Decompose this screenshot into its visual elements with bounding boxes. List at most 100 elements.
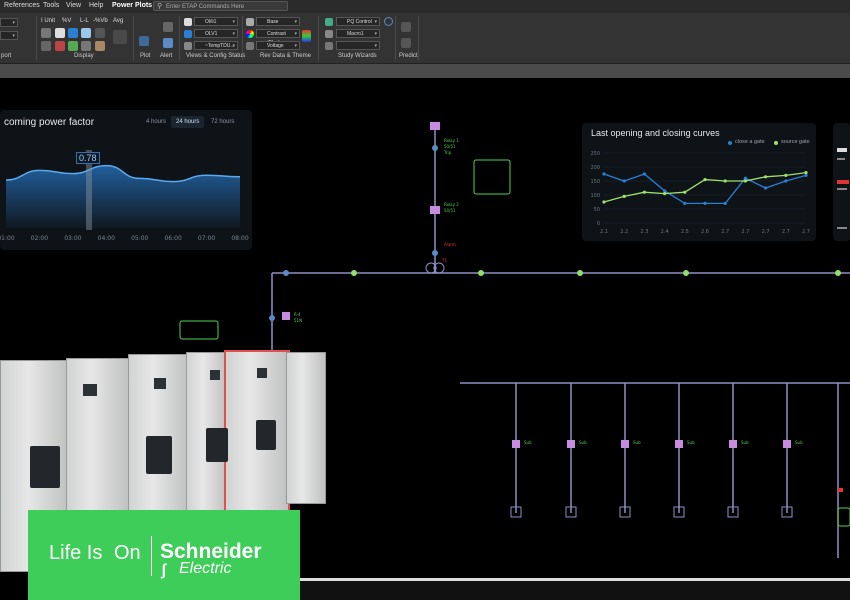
group-label-display: Display	[74, 53, 94, 59]
svg-text:Relay 1: Relay 1	[444, 138, 459, 143]
oc-point-0	[723, 201, 727, 205]
command-search-input[interactable]: ⚲ Enter ETAP Commands Here	[153, 1, 288, 11]
pq-control-combo[interactable]: PQ Control	[336, 17, 380, 27]
oc-y-tick: 0	[597, 221, 600, 227]
oc-y-tick: 150	[590, 179, 600, 185]
svg-text:Sub: Sub	[741, 440, 749, 445]
voltage-icon	[246, 42, 254, 50]
alert-flag-icon[interactable]	[163, 38, 173, 48]
right-partial-panel	[833, 123, 850, 241]
predict-icon-1[interactable]	[401, 22, 411, 32]
pf-x-tick: 05:00	[131, 235, 148, 242]
menu-view[interactable]: View	[66, 2, 81, 9]
search-icon: ⚲	[157, 3, 163, 10]
right-panel-alert	[837, 180, 849, 184]
menu-help[interactable]: Help	[89, 2, 103, 9]
menu-references[interactable]: References	[4, 2, 40, 9]
port-combo-1[interactable]	[0, 18, 18, 28]
legend-close-label: close a gate	[735, 139, 765, 145]
svg-text:T1: T1	[441, 258, 447, 263]
base-combo[interactable]: Base	[256, 17, 300, 27]
display-gear-icon[interactable]	[95, 28, 105, 38]
svg-text:Sub: Sub	[579, 440, 587, 445]
cabinet-4-display	[210, 370, 220, 380]
oc-point-1	[784, 173, 788, 177]
tab-24-hours[interactable]: 24 hours	[171, 116, 205, 128]
oc-x-tick: 2.7	[762, 229, 770, 235]
power-factor-chart: 01:00 02:00 03:00 04:00 05:00 06:00 07:00 08:00	[0, 150, 249, 242]
oc-point-0	[602, 172, 606, 176]
pf-x-tick: 02:00	[31, 235, 48, 242]
view-combo-1[interactable]: Ol/ii1	[194, 17, 238, 27]
oc-point-1	[723, 179, 727, 183]
right-panel-text-1	[837, 148, 847, 152]
oc-x-tick: 2.5	[681, 229, 689, 235]
power-factor-panel: coming power factor 4 hours 24 hours 72 …	[0, 110, 252, 250]
oc-y-tick: 250	[590, 151, 600, 157]
cabinet-6	[286, 352, 326, 504]
group-label-alert: Alert	[160, 53, 173, 59]
menu-power-plots[interactable]: Power Plots	[112, 2, 152, 9]
svg-text:R-4: R-4	[294, 312, 301, 317]
oc-point-1	[703, 178, 707, 182]
port-combo-2[interactable]	[0, 31, 18, 41]
schneider-logo-icon: ʃ	[161, 562, 167, 579]
oc-point-0	[642, 172, 646, 176]
tab-72-hours[interactable]: 72 hours	[211, 119, 234, 125]
oc-point-0	[622, 179, 626, 183]
toggle-l-l[interactable]: L-L	[80, 18, 89, 24]
toggle-avg[interactable]: Avg	[113, 18, 123, 24]
display-grid-icon[interactable]	[41, 28, 51, 38]
oc-x-tick: 2.6	[701, 229, 709, 235]
oc-point-1	[622, 194, 626, 198]
legend-dot-close	[728, 141, 732, 145]
run-study-icon[interactable]	[384, 17, 393, 26]
svg-text:51N: 51N	[294, 318, 302, 323]
plot-search-icon[interactable]	[139, 36, 149, 46]
base-icon	[246, 18, 254, 26]
display-options-icon[interactable]	[113, 30, 127, 44]
pf-x-tick: 06:00	[164, 235, 181, 242]
toggle-i-unit[interactable]: I Unit	[41, 18, 55, 24]
color-theme-icon[interactable]	[302, 30, 311, 42]
group-label-study: Study Wizards	[338, 53, 377, 59]
macro-combo[interactable]: Macro1	[336, 29, 380, 39]
toggle-pct-v[interactable]: %V	[62, 18, 71, 24]
display-meter-icon[interactable]	[81, 28, 91, 38]
voltage-combo[interactable]: Voltage	[256, 41, 300, 51]
oc-point-1	[642, 190, 646, 194]
opening-closing-chart: 0 50 100 150 200 250 2.1 2.2 2.3 2.4 2.5 2.6 2.7 2.7 2…	[590, 151, 810, 235]
oc-point-1	[743, 179, 747, 183]
bottom-bar	[300, 578, 850, 600]
oc-point-0	[764, 186, 768, 190]
predict-icon-2[interactable]	[401, 38, 411, 48]
view-combo-3[interactable]: ~TempTDU...	[194, 41, 238, 51]
display-flag-icon[interactable]	[95, 41, 105, 51]
tagline-life-is: Life Is	[49, 542, 103, 564]
oc-point-0	[663, 189, 667, 193]
schneider-brand-banner: Life Is On Schneider Electric ʃ	[28, 510, 300, 600]
view-combo-2[interactable]: OLV1	[194, 29, 238, 39]
bottom-scroll-line	[300, 578, 850, 581]
menu-tools[interactable]: Tools	[43, 2, 59, 9]
cabinet-4-breaker	[206, 428, 228, 462]
pf-x-tick: 08:00	[231, 235, 248, 242]
study-combo[interactable]	[336, 41, 380, 51]
toggle-vb[interactable]: -%Vb	[93, 18, 108, 24]
cabinet-2-display	[83, 384, 97, 396]
display-table-icon[interactable]	[81, 41, 91, 51]
display-check-icon[interactable]	[68, 41, 78, 51]
tab-4-hours[interactable]: 4 hours	[146, 119, 166, 125]
brand-divider	[151, 536, 152, 576]
display-alert-icon[interactable]	[55, 41, 65, 51]
display-sld-icon[interactable]	[41, 41, 51, 51]
theme-palette-icon	[246, 30, 254, 38]
theme-combo[interactable]: Contrast (Black...	[256, 29, 300, 46]
svg-text:Sub: Sub	[795, 440, 803, 445]
alert-bell-icon[interactable]	[163, 22, 173, 32]
cabinet-3-display	[154, 378, 166, 389]
display-blue-icon[interactable]	[68, 28, 78, 38]
svg-text:Sub: Sub	[687, 440, 695, 445]
display-panel-icon[interactable]	[55, 28, 65, 38]
oc-x-tick: 2.7	[741, 229, 749, 235]
